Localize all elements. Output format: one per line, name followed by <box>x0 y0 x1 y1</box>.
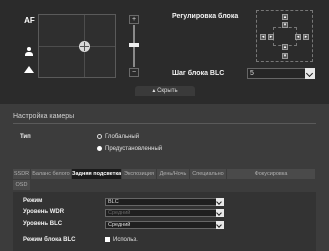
type-option-preset[interactable]: Предустановленный <box>97 146 162 152</box>
inner-up-arrow-icon[interactable]: ▾ <box>282 22 288 28</box>
tab-ssdr[interactable]: SSDR <box>13 169 31 179</box>
tab-focus[interactable]: Фокусировка <box>227 169 316 179</box>
block-adjust-title: Регулировка блока <box>172 13 239 20</box>
checkbox-icon[interactable] <box>105 237 110 242</box>
person-icon[interactable] <box>24 47 34 57</box>
settings-tabs: SSDR Баланс белого Задняя подсветка Эксп… <box>13 169 316 191</box>
blc-step-label: Шаг блока BLC <box>172 70 225 77</box>
tab-day-night[interactable]: День/Ночь <box>157 169 190 179</box>
radio-unselected-icon[interactable] <box>97 134 102 139</box>
chevron-down-icon <box>216 209 224 217</box>
blc-mode-label: Режим блока BLC <box>23 237 76 243</box>
chevron-down-icon <box>216 221 224 229</box>
blc-level-label: Уровень BLC <box>23 221 63 227</box>
ptz-control-panel: AF + − Регулировка блока ▴ ▾ ◂ ▸ ◂ ▸ ▴ ▾… <box>0 0 329 104</box>
type-option-global[interactable]: Глобальный <box>97 134 139 140</box>
crosshair-target-icon[interactable] <box>79 41 90 52</box>
tab-white-balance[interactable]: Баланс белого <box>31 169 72 179</box>
zoom-in-button[interactable]: + <box>129 15 139 24</box>
chevron-down-icon <box>305 68 315 79</box>
mode-select[interactable]: BLC <box>105 198 224 206</box>
preview-horizontal-guide <box>39 46 115 47</box>
outer-down-arrow-icon[interactable]: ▾ <box>282 53 288 59</box>
inner-right-arrow-icon[interactable]: ◂ <box>295 34 301 40</box>
hide-panel-button[interactable]: ▴ Скрыть <box>135 86 195 96</box>
blc-step-value: 5 <box>250 70 254 77</box>
outer-right-arrow-icon[interactable]: ▸ <box>303 34 309 40</box>
type-label: Тип <box>20 134 31 140</box>
chevron-down-icon <box>216 198 224 206</box>
tab-backlight[interactable]: Задняя подсветка <box>72 169 122 179</box>
outer-left-arrow-icon[interactable]: ◂ <box>260 34 266 40</box>
block-preview-area[interactable] <box>38 14 116 78</box>
tab-osd[interactable]: OSD <box>13 180 31 190</box>
outer-up-arrow-icon[interactable]: ▴ <box>282 14 288 20</box>
mode-label: Режим <box>23 198 43 204</box>
camera-settings-title: Настройка камеры <box>13 113 75 120</box>
tab-special[interactable]: Специально <box>190 169 227 179</box>
wdr-level-select[interactable]: Средний <box>105 209 224 217</box>
autofocus-button[interactable]: AF <box>21 15 38 27</box>
blc-level-select[interactable]: Средний <box>105 221 224 229</box>
section-divider <box>13 123 316 124</box>
blc-step-select[interactable]: 5 <box>247 68 315 79</box>
zoom-out-button[interactable]: − <box>129 68 139 77</box>
zoom-slider-handle[interactable] <box>129 43 139 47</box>
radio-selected-icon[interactable] <box>97 146 102 151</box>
inner-left-arrow-icon[interactable]: ▸ <box>268 34 274 40</box>
inner-down-arrow-icon[interactable]: ▴ <box>282 44 288 50</box>
block-adjust-pad: ▴ ▾ ◂ ▸ ◂ ▸ ▴ ▾ <box>256 10 313 62</box>
tab-exposure[interactable]: Экспозиция <box>122 169 157 179</box>
blc-mode-use-option[interactable]: Использ. <box>105 237 138 243</box>
landscape-icon[interactable] <box>24 66 34 76</box>
wdr-level-label: Уровень WDR <box>23 209 65 215</box>
backlight-settings-form: Режим BLC Уровень WDR Средний Уровень BL… <box>13 192 316 251</box>
